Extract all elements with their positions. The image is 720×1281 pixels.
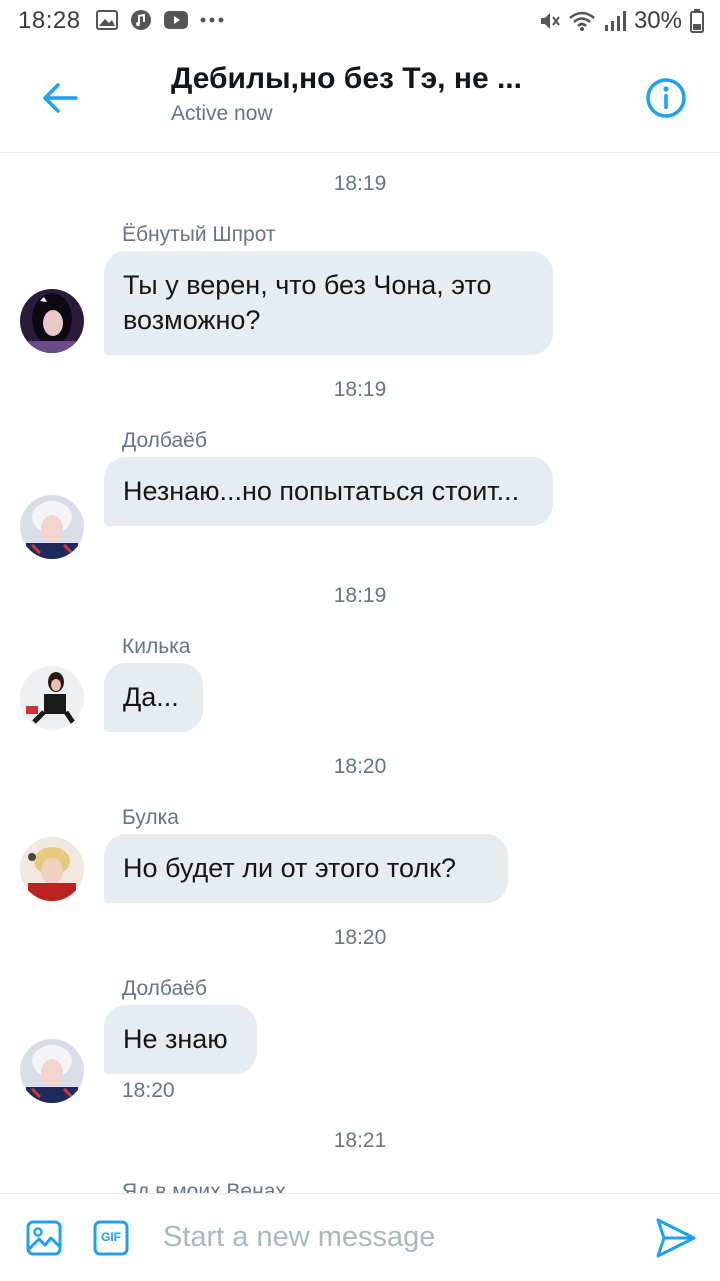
add-image-button[interactable] [26,1220,62,1256]
image-icon [26,1220,62,1256]
back-button[interactable] [36,74,84,122]
battery-percent: 30% [633,7,682,34]
mute-icon [540,13,560,29]
message-bubble[interactable]: Ты у верен, что без Чона, это возможно? [104,251,553,355]
status-left-icons [96,9,224,31]
message-timestamp: 18:19 [333,172,387,195]
more-icon [200,17,224,23]
send-button[interactable] [654,1216,698,1260]
status-right-icons: 30% [538,7,704,35]
conversation-title-group[interactable]: Дебилы,но без Тэ, не ... Active now [171,62,611,126]
message-timestamp: 18:20 [333,926,387,949]
message-composer: GIF [0,1193,720,1281]
message-sender: Булка [122,806,179,829]
send-icon [656,1218,696,1258]
avatar[interactable] [20,837,84,901]
signal-icon [604,11,626,31]
status-bar: 18:28 30% [0,0,720,44]
avatar[interactable] [20,666,84,730]
message-sender: Долбаёб [122,429,207,452]
message-time: 18:20 [122,1079,175,1102]
youtube-icon [164,11,188,29]
message-timestamp: 18:19 [333,378,387,401]
message-timestamp: 18:20 [333,755,387,778]
avatar[interactable] [20,289,84,353]
message-list[interactable]: 18:19 Ёбнутый Шпрот Ты у верен, что без … [0,153,720,1193]
info-button[interactable] [644,76,688,120]
message-bubble[interactable]: Да... [104,663,203,732]
message-sender: Килька [122,635,191,658]
avatar[interactable] [20,495,84,559]
message-bubble[interactable]: Незнаю...но попытаться стоит... [104,457,553,526]
message-timestamp: 18:21 [333,1129,387,1152]
battery-icon [690,9,704,33]
message-bubble[interactable]: Не знаю [104,1005,257,1074]
conversation-status: Active now [171,102,273,125]
message-bubble[interactable]: Но будет ли от этого толк? [104,834,508,903]
conversation-title: Дебилы,но без Тэ, не ... [171,62,522,95]
back-arrow-icon [43,83,78,113]
gallery-icon [96,10,118,30]
message-sender: Яд в моих Венах [122,1180,286,1193]
wifi-icon [569,11,595,31]
add-gif-button[interactable]: GIF [93,1220,129,1256]
message-sender: Ёбнутый Шпрот [122,223,276,246]
status-time: 18:28 [18,7,81,34]
message-input[interactable] [163,1212,623,1262]
info-icon [646,78,686,118]
music-icon [131,10,151,30]
conversation-header: Дебилы,но без Тэ, не ... Active now [0,44,720,153]
gif-label: GIF [101,1230,121,1244]
avatar[interactable] [20,1039,84,1103]
message-sender: Долбаёб [122,977,207,1000]
message-timestamp: 18:19 [333,584,387,607]
